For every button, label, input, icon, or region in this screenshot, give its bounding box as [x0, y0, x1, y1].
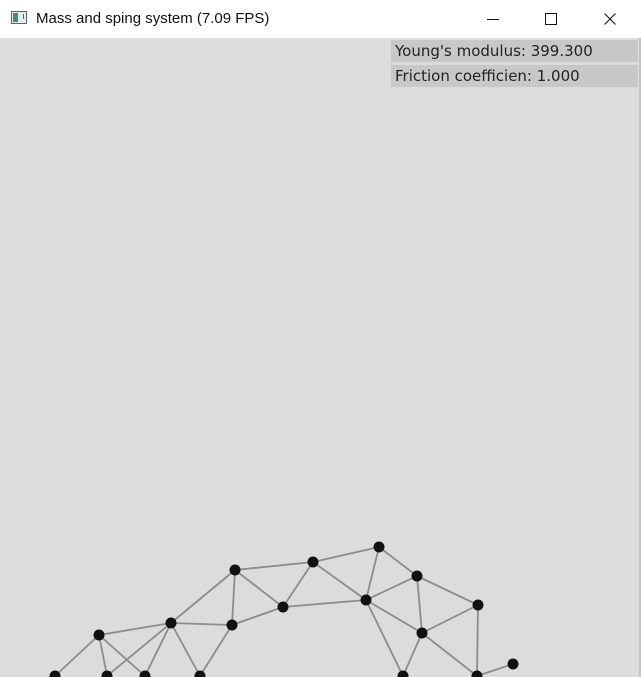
- mass-node[interactable]: [226, 619, 238, 631]
- spring: [144, 622, 172, 677]
- spring: [170, 569, 236, 624]
- mass-node[interactable]: [360, 594, 372, 606]
- spring: [199, 624, 233, 677]
- mass-node[interactable]: [307, 556, 319, 568]
- mass-node[interactable]: [93, 629, 105, 641]
- mass-node[interactable]: [229, 564, 241, 576]
- spring: [282, 599, 367, 608]
- app-window: Mass and sping system (7.09 FPS) Young's…: [0, 0, 641, 677]
- mass-node[interactable]: [165, 617, 177, 629]
- mass-node[interactable]: [471, 670, 483, 677]
- spring: [416, 575, 423, 634]
- spring: [416, 575, 479, 606]
- mass-node[interactable]: [397, 670, 409, 677]
- mass-spring-mesh: [49, 541, 519, 677]
- mass-node[interactable]: [411, 570, 423, 582]
- spring: [476, 604, 479, 677]
- spring: [402, 632, 423, 677]
- spring: [476, 663, 514, 677]
- spring: [421, 604, 479, 634]
- spring: [231, 569, 236, 626]
- spring: [54, 634, 100, 677]
- spring: [234, 569, 284, 608]
- mass-node[interactable]: [472, 599, 484, 611]
- mass-node[interactable]: [277, 601, 289, 613]
- spring: [170, 622, 233, 626]
- spring: [378, 546, 418, 577]
- mass-node[interactable]: [416, 627, 428, 639]
- spring: [234, 561, 314, 571]
- spring: [365, 575, 418, 601]
- mass-node[interactable]: [101, 670, 113, 677]
- spring: [231, 606, 284, 626]
- spring: [312, 546, 380, 563]
- mass-node[interactable]: [507, 658, 519, 670]
- spring: [365, 546, 380, 601]
- spring: [421, 632, 478, 677]
- spring: [312, 561, 367, 601]
- spring: [170, 622, 201, 677]
- spring: [282, 561, 314, 608]
- spring: [98, 622, 172, 636]
- mass-node[interactable]: [373, 541, 385, 553]
